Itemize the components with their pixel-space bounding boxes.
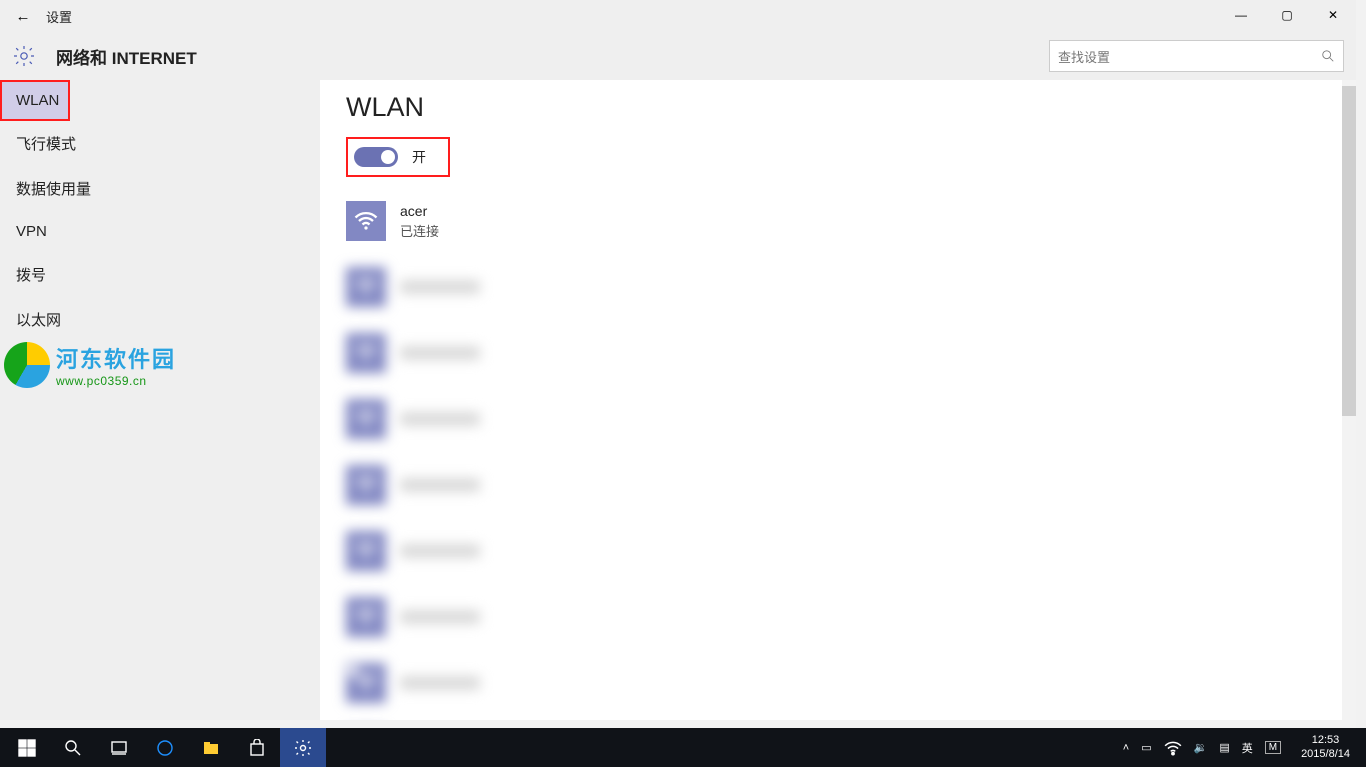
taskbar-edge[interactable]: [142, 728, 188, 767]
sidebar: WLAN 飞行模式 数据使用量 VPN 拨号 以太网 河东软件园 www.pc0…: [0, 80, 320, 720]
wifi-icon: [346, 399, 386, 439]
wifi-icon: [346, 597, 386, 637]
gear-icon: [12, 44, 36, 68]
wifi-icon: [346, 531, 386, 571]
tray-ime-lang[interactable]: 英: [1242, 740, 1253, 756]
tray-ime-mode[interactable]: M: [1265, 741, 1281, 754]
network-name: [400, 676, 480, 690]
header-bar: 网络和 INTERNET 查找设置: [0, 32, 1356, 80]
task-view-button[interactable]: [96, 728, 142, 767]
tray-battery-icon[interactable]: ▭: [1141, 741, 1151, 754]
network-list: acer 已连接: [346, 195, 1330, 720]
wlan-toggle[interactable]: [354, 147, 398, 167]
watermark-cn: 河东软件园: [56, 342, 176, 374]
network-item[interactable]: acer 已连接: [346, 195, 1330, 261]
network-name: [400, 610, 480, 624]
tray-chevron-up-icon[interactable]: ˄: [1123, 742, 1129, 754]
taskbar-clock[interactable]: 12:53 2015/8/14: [1293, 734, 1358, 760]
watermark-logo: [4, 342, 50, 388]
taskbar: ˄ ▭ 🔉 ▤ 英 M 12:53 2015/8/14: [0, 728, 1366, 767]
close-button[interactable]: ✕: [1310, 0, 1356, 30]
wifi-icon: [346, 333, 386, 373]
tray-volume-icon[interactable]: 🔉: [1194, 741, 1208, 754]
network-item[interactable]: [346, 327, 1330, 393]
search-placeholder: 查找设置: [1058, 47, 1110, 66]
page-title: WLAN: [346, 92, 1330, 123]
network-name: [400, 346, 480, 360]
system-tray: ˄ ▭ 🔉 ▤ 英 M 12:53 2015/8/14: [1123, 734, 1362, 760]
search-icon: [1321, 49, 1335, 63]
network-name: acer: [400, 203, 427, 219]
watermark-url: www.pc0359.cn: [56, 374, 176, 388]
network-name: [400, 280, 480, 294]
taskbar-store[interactable]: [234, 728, 280, 767]
sidebar-item-wlan[interactable]: WLAN: [0, 80, 70, 121]
tray-action-center-icon[interactable]: ▤: [1219, 741, 1229, 754]
titlebar: ← 设置 — ▢ ✕: [0, 0, 1356, 32]
network-status: 已连接: [400, 221, 439, 240]
network-item[interactable]: [346, 657, 1330, 720]
network-item[interactable]: [346, 525, 1330, 591]
window-title: 设置: [46, 7, 72, 26]
taskbar-explorer[interactable]: [188, 728, 234, 767]
start-button[interactable]: [4, 728, 50, 767]
sidebar-item-ethernet[interactable]: 以太网: [0, 297, 320, 342]
network-name: [400, 412, 480, 426]
tray-wifi-icon[interactable]: [1164, 739, 1182, 757]
vertical-scrollbar[interactable]: [1342, 80, 1356, 720]
search-input[interactable]: 查找设置: [1049, 40, 1344, 72]
network-item[interactable]: [346, 459, 1330, 525]
network-item[interactable]: [346, 591, 1330, 657]
network-name: [400, 478, 480, 492]
sidebar-item-data-usage[interactable]: 数据使用量: [0, 166, 320, 211]
sidebar-item-dialup[interactable]: 拨号: [0, 252, 320, 297]
minimize-button[interactable]: —: [1218, 0, 1264, 30]
network-name: [400, 544, 480, 558]
network-item[interactable]: [346, 261, 1330, 327]
wifi-icon: [346, 201, 386, 241]
sidebar-item-airplane-mode[interactable]: 飞行模式: [0, 121, 320, 166]
taskbar-search[interactable]: [50, 728, 96, 767]
wifi-icon: [346, 663, 386, 703]
wifi-icon: [346, 465, 386, 505]
main-panel: WLAN 开 acer 已连接: [320, 80, 1356, 720]
wlan-toggle-label: 开: [412, 147, 426, 167]
section-title: 网络和 INTERNET: [56, 44, 197, 69]
network-item[interactable]: [346, 393, 1330, 459]
wifi-icon: [346, 267, 386, 307]
taskbar-settings[interactable]: [280, 728, 326, 767]
back-button[interactable]: ←: [0, 8, 46, 25]
maximize-button[interactable]: ▢: [1264, 0, 1310, 30]
sidebar-item-vpn[interactable]: VPN: [0, 211, 320, 252]
